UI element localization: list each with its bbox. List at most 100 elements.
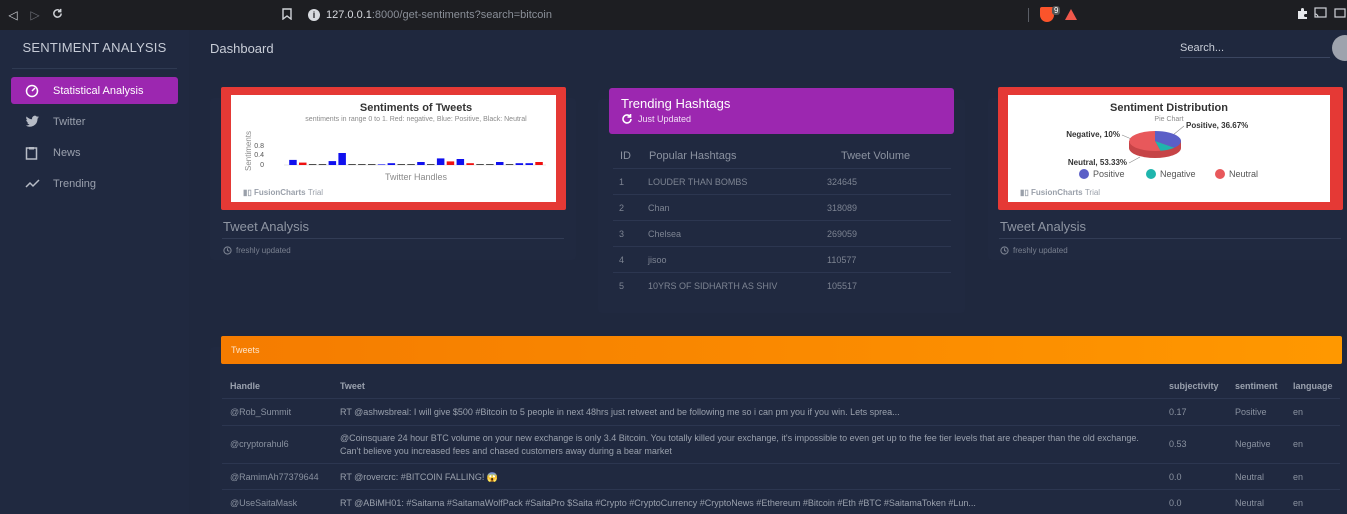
bar-21 xyxy=(496,162,504,165)
table-row: @cryptorahul6 @Coinsquare 24 hour BTC vo… xyxy=(222,425,1340,463)
url-host: 127.0.0.1 xyxy=(326,9,372,21)
extensions-icon[interactable] xyxy=(1296,7,1309,23)
pie-leader-positive xyxy=(1172,125,1185,136)
hashtag-id: 4 xyxy=(619,255,625,265)
tweet-language: en xyxy=(1293,472,1304,482)
tweet-sentiment: Neutral xyxy=(1235,472,1265,482)
hashtags-subtitle: Just Updated xyxy=(621,113,691,125)
fusioncharts-trial-mark: ▮▯ FusionCharts Trial xyxy=(243,188,324,197)
page-title: Dashboard xyxy=(210,41,274,56)
sidebar-item-twitter[interactable]: Twitter xyxy=(11,108,178,135)
bar-25 xyxy=(535,162,543,165)
tweets-header: Tweets xyxy=(221,336,1342,364)
tweets-col-subjectivity: subjectivity xyxy=(1169,381,1219,391)
forward-icon[interactable]: ▷ xyxy=(26,8,44,22)
tweets-col-sentiment: sentiment xyxy=(1235,381,1278,391)
tweet-handle[interactable]: @cryptorahul6 xyxy=(230,438,289,451)
browser-toolbar: ◁ ▷ i 127.0.0.1:8000/get-sentiments?sear… xyxy=(0,0,1347,30)
bar-0 xyxy=(289,159,297,165)
tweet-subjectivity: 0.0 xyxy=(1169,498,1182,508)
sidebar-item-news[interactable]: News xyxy=(11,139,178,166)
bar-20 xyxy=(486,164,494,165)
sidebar-item-label: Statistical Analysis xyxy=(53,84,144,97)
hashtags-title: Trending Hashtags xyxy=(621,96,731,111)
trending-up-icon xyxy=(25,178,45,189)
tweet-text: RT @rovercrc: #BITCOIN FALLING! 😱 xyxy=(340,472,499,482)
pie-chart-plot: Negative, 10% Positive, 36.67% Neutral, … xyxy=(1066,121,1258,179)
table-row: 2 Chan 318089 xyxy=(613,194,951,220)
tweet-handle[interactable]: @UseSaitaMask xyxy=(230,497,297,510)
search-button[interactable] xyxy=(1332,35,1347,61)
tweet-language: en xyxy=(1293,439,1304,449)
reload-icon[interactable] xyxy=(48,8,66,22)
bar-7 xyxy=(358,164,366,165)
tweet-sentiment: Neutral xyxy=(1235,498,1265,508)
bar-3 xyxy=(318,164,327,165)
hashtags-header: Trending Hashtags Just Updated xyxy=(609,88,954,134)
table-row: @RamimAh77379644 RT @rovercrc: #BITCOIN … xyxy=(222,463,1340,489)
clipboard-icon xyxy=(25,146,45,160)
dashboard-gauge-icon xyxy=(25,84,45,98)
address-bar[interactable]: i 127.0.0.1:8000/get-sentiments?search=b… xyxy=(308,6,1036,24)
fusioncharts-trial-mark: ▮▯ FusionCharts Trial xyxy=(1020,188,1101,197)
ytick-2: 0 xyxy=(260,162,264,169)
sentiment-bar-chart: Sentiments of Tweets sentiments in range… xyxy=(231,95,556,202)
bar-16 xyxy=(446,161,455,165)
tweet-language: en xyxy=(1293,407,1304,417)
bar-chart-xlabel: Twitter Handles xyxy=(385,172,448,182)
table-row: 5 10YRS OF SIDHARTH AS SHIV 105517 xyxy=(613,272,951,298)
hashtag-name[interactable]: LOUDER THAN BOMBS xyxy=(648,177,747,187)
clock-icon xyxy=(1000,246,1009,255)
url-path: :8000/get-sentiments?search=bitcoin xyxy=(371,9,552,21)
bar-18 xyxy=(466,163,474,165)
bar-15 xyxy=(436,158,445,165)
rewards-icon[interactable] xyxy=(1065,9,1077,20)
tweet-handle[interactable]: @RamimAh77379644 xyxy=(230,471,319,484)
legend-label-negative: Negative xyxy=(1160,169,1196,179)
sidebar-item-statistical-analysis[interactable]: Statistical Analysis xyxy=(11,77,178,104)
hashtag-name[interactable]: Chelsea xyxy=(648,229,681,239)
site-info-icon[interactable]: i xyxy=(308,9,320,21)
hashtag-volume: 269059 xyxy=(827,229,858,239)
card-divider xyxy=(999,238,1341,239)
bookmark-icon[interactable] xyxy=(282,8,292,23)
pie-leader-neutral xyxy=(1128,156,1141,164)
legend-label-positive: Positive xyxy=(1093,169,1125,179)
hashtag-name[interactable]: jisoo xyxy=(648,255,667,265)
sidebar-divider xyxy=(12,68,177,69)
hashtag-name[interactable]: 10YRS OF SIDHARTH AS SHIV xyxy=(648,281,777,291)
hashtag-volume: 318089 xyxy=(827,203,858,213)
pie-label-negative: Negative, 10% xyxy=(1066,130,1120,139)
sidebar-item-trending[interactable]: Trending xyxy=(11,170,178,197)
toolbar-divider xyxy=(1028,8,1029,22)
tweet-subjectivity: 0.53 xyxy=(1169,439,1187,449)
tweet-handle[interactable]: @Rob_Summit xyxy=(230,406,291,419)
sidebar-item-label: Trending xyxy=(53,177,97,190)
hashtag-id: 3 xyxy=(619,229,625,239)
card-footer: freshly updated xyxy=(1000,246,1068,255)
card-footer-text: freshly updated xyxy=(1013,246,1068,255)
window-icon[interactable] xyxy=(1334,7,1346,22)
card-footer-text: freshly updated xyxy=(236,246,291,255)
clock-icon xyxy=(223,246,232,255)
cast-icon[interactable] xyxy=(1314,7,1327,22)
back-icon[interactable]: ◁ xyxy=(4,8,22,22)
pie-label-positive: Positive, 36.67% xyxy=(1186,121,1248,130)
legend-swatch-neutral xyxy=(1215,169,1225,179)
bar-17 xyxy=(456,159,465,165)
hashtag-volume: 105517 xyxy=(827,281,858,291)
sidebar-brand[interactable]: SENTIMENT ANALYSIS xyxy=(0,40,189,55)
bar-10 xyxy=(387,163,396,165)
bar-14 xyxy=(427,164,435,165)
hashtags-col-id: ID xyxy=(620,150,631,162)
bar-24 xyxy=(525,163,533,165)
search-input[interactable] xyxy=(1180,38,1330,58)
hashtag-name[interactable]: Chan xyxy=(648,203,670,213)
tweets-col-tweet: Tweet xyxy=(340,381,365,391)
bar-1 xyxy=(299,162,307,165)
hashtags-col-tag: Popular Hashtags xyxy=(649,150,737,162)
bar-13 xyxy=(417,162,425,165)
tweets-col-language: language xyxy=(1293,381,1333,391)
bar-4 xyxy=(328,161,337,165)
bar-chart-plot: Sentiments 0.8 0.4 0 Twitter Handles xyxy=(244,131,546,182)
